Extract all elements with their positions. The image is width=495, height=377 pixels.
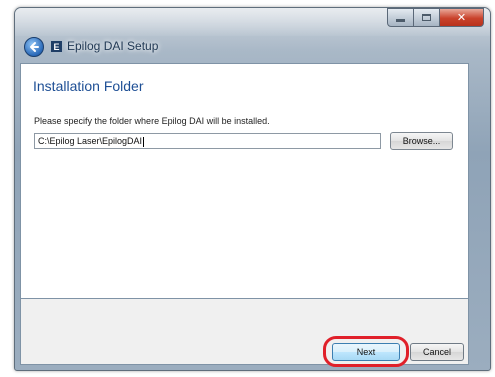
back-arrow-icon: [30, 42, 39, 52]
install-path-input[interactable]: C:\Epilog Laser\EpilogDAI: [34, 133, 381, 149]
close-button[interactable]: ✕: [440, 8, 484, 27]
next-button-highlight-ring: [323, 336, 409, 367]
button-bar: Next Cancel: [20, 299, 469, 367]
cancel-button[interactable]: Cancel: [410, 343, 464, 361]
caption-buttons: ✕: [387, 8, 484, 27]
close-icon: ✕: [456, 11, 467, 24]
minimize-icon: [396, 19, 405, 22]
instruction-text: Please specify the folder where Epilog D…: [34, 116, 270, 126]
app-icon: E: [51, 41, 62, 52]
window-title: Epilog DAI Setup: [67, 39, 159, 53]
page-title: Installation Folder: [33, 78, 144, 94]
minimize-button[interactable]: [387, 8, 414, 27]
install-path-value: C:\Epilog Laser\EpilogDAI: [38, 136, 143, 146]
content-panel: Installation Folder Please specify the f…: [20, 63, 469, 299]
text-caret: [143, 136, 145, 147]
maximize-button[interactable]: [414, 8, 440, 27]
browse-button[interactable]: Browse...: [390, 132, 453, 150]
maximize-icon: [422, 14, 431, 21]
back-button[interactable]: [24, 37, 44, 57]
